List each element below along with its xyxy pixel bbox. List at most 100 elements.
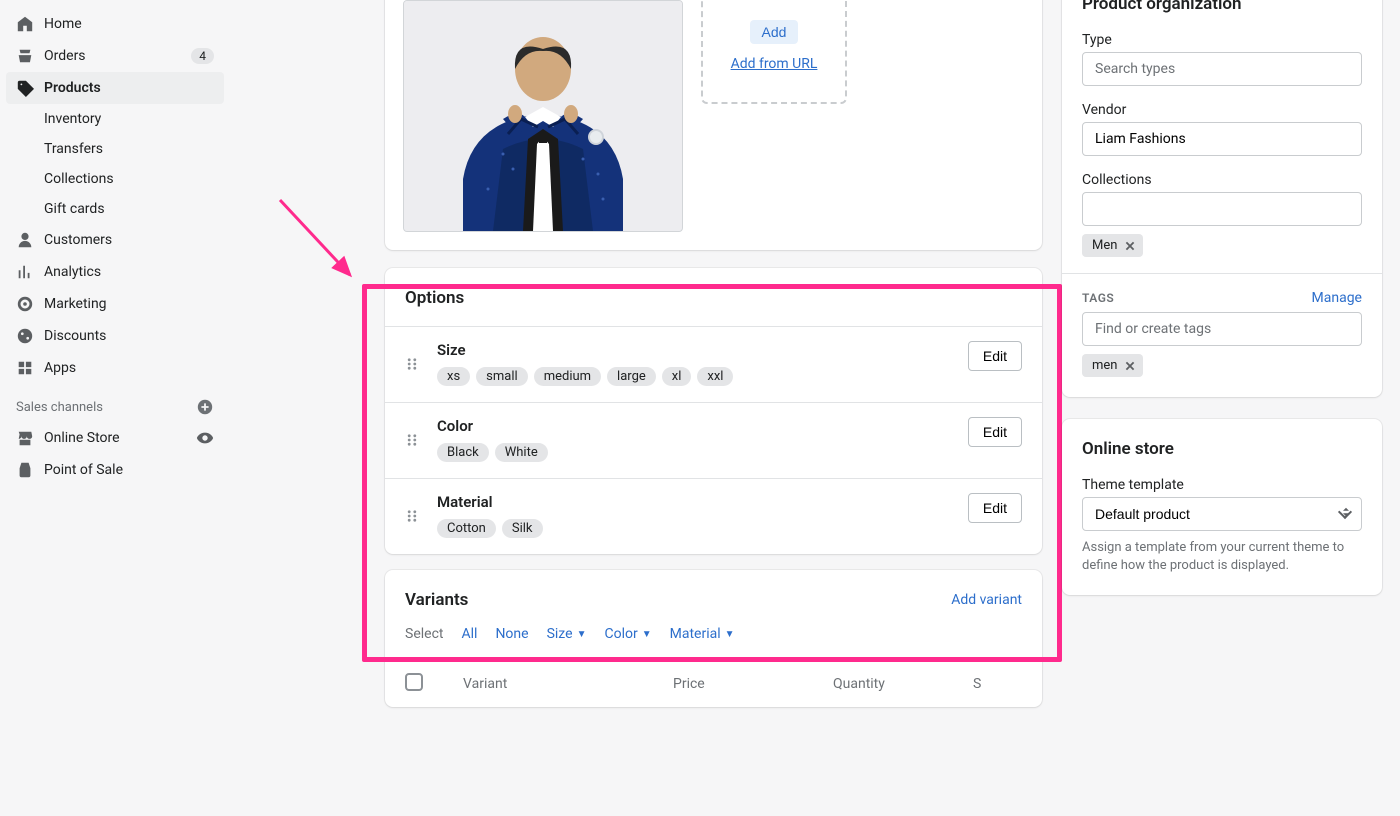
option-name: Size	[437, 341, 952, 359]
manage-tags-link[interactable]: Manage	[1312, 290, 1362, 306]
option-row-color: Color Black White Edit	[385, 402, 1042, 478]
edit-option-button[interactable]: Edit	[968, 417, 1022, 447]
filter-all[interactable]: All	[461, 626, 477, 642]
chip: Black	[437, 443, 489, 462]
chip: large	[607, 367, 656, 386]
variants-title: Variants	[405, 590, 468, 610]
upload-box[interactable]: Add Add from URL	[701, 0, 847, 104]
nav-customers[interactable]: Customers	[6, 224, 224, 256]
chip: xs	[437, 367, 470, 386]
nav-label: Transfers	[44, 141, 103, 157]
variants-filter-row: Select All None Size▼ Color▼ Material▼	[385, 626, 1042, 660]
nav-marketing[interactable]: Marketing	[6, 288, 224, 320]
card-title: Online store	[1082, 439, 1362, 459]
vendor-input[interactable]	[1082, 122, 1362, 156]
nav-label: Marketing	[44, 296, 107, 312]
edit-option-button[interactable]: Edit	[968, 341, 1022, 371]
tags-title: TAGS	[1082, 291, 1114, 305]
nav-gift-cards[interactable]: Gift cards	[6, 194, 224, 224]
collections-input[interactable]	[1082, 192, 1362, 226]
eye-icon[interactable]	[196, 429, 214, 447]
product-organization-card: Product organization Type Vendor Collect…	[1062, 0, 1382, 397]
option-row-material: Material Cotton Silk Edit	[385, 478, 1042, 554]
drag-handle-icon[interactable]	[405, 417, 421, 451]
filter-color[interactable]: Color▼	[604, 626, 651, 642]
nav-label: Products	[44, 80, 101, 96]
variants-table: Variant Price Quantity S	[385, 660, 1042, 707]
chip: Cotton	[437, 519, 496, 538]
col-quantity: Quantity	[813, 661, 953, 708]
nav-transfers[interactable]: Transfers	[6, 134, 224, 164]
option-name: Material	[437, 493, 952, 511]
remove-tag-icon[interactable]	[1123, 239, 1137, 253]
filter-material[interactable]: Material▼	[670, 626, 735, 642]
template-select[interactable]: Default product	[1082, 497, 1362, 531]
caret-down-icon: ▼	[577, 629, 587, 640]
person-icon	[16, 231, 34, 249]
remove-tag-icon[interactable]	[1123, 359, 1137, 373]
filter-size[interactable]: Size▼	[547, 626, 587, 642]
nav-pos[interactable]: Point of Sale	[6, 454, 224, 486]
option-values: Black White	[437, 443, 952, 462]
edit-option-button[interactable]: Edit	[968, 493, 1022, 523]
nav-collections[interactable]: Collections	[6, 164, 224, 194]
annotation-arrow-icon	[275, 195, 365, 290]
select-label: Select	[405, 626, 443, 642]
nav-orders[interactable]: Orders 4	[6, 40, 224, 72]
nav-label: Discounts	[44, 328, 106, 344]
col-variant: Variant	[443, 661, 653, 708]
option-row-size: Size xs small medium large xl xxl Edit	[385, 326, 1042, 402]
nav-inventory[interactable]: Inventory	[6, 104, 224, 134]
product-image-content	[403, 0, 683, 231]
nav-apps[interactable]: Apps	[6, 352, 224, 384]
template-label: Theme template	[1082, 477, 1362, 493]
drag-handle-icon[interactable]	[405, 341, 421, 375]
product-image[interactable]	[403, 0, 683, 232]
filter-none[interactable]: None	[495, 626, 528, 642]
nav-label: Apps	[44, 360, 76, 376]
add-variant-link[interactable]: Add variant	[951, 592, 1022, 608]
nav-label: Orders	[44, 48, 86, 64]
option-values: xs small medium large xl xxl	[437, 367, 952, 386]
tag-label: men	[1092, 358, 1117, 373]
chip: xxl	[697, 367, 733, 386]
card-title: Product organization	[1082, 0, 1362, 14]
add-from-url-link[interactable]: Add from URL	[731, 56, 818, 72]
nav-discounts[interactable]: Discounts	[6, 320, 224, 352]
nav-home[interactable]: Home	[6, 8, 224, 40]
chip: xl	[662, 367, 692, 386]
template-helper: Assign a template from your current them…	[1082, 539, 1362, 575]
col-price: Price	[653, 661, 813, 708]
add-media-button[interactable]: Add	[750, 20, 799, 44]
main-column: Add Add from URL Options Size xs small m…	[385, 0, 1042, 723]
tag-icon	[16, 79, 34, 97]
sidebar: Home Orders 4 Products Inventory Transfe…	[0, 0, 230, 816]
options-title: Options	[385, 268, 1042, 326]
chip: White	[495, 443, 548, 462]
nav-products[interactable]: Products	[6, 72, 224, 104]
nav-online-store[interactable]: Online Store	[6, 422, 224, 454]
drag-handle-icon[interactable]	[405, 493, 421, 527]
add-channel-icon[interactable]	[196, 398, 214, 416]
orders-icon	[16, 47, 34, 65]
nav-label: Analytics	[44, 264, 101, 280]
type-input[interactable]	[1082, 52, 1362, 86]
right-column: Product organization Type Vendor Collect…	[1062, 0, 1382, 611]
tag-label: Men	[1092, 238, 1117, 253]
nav-analytics[interactable]: Analytics	[6, 256, 224, 288]
analytics-icon	[16, 263, 34, 281]
marketing-icon	[16, 295, 34, 313]
tags-input[interactable]	[1082, 312, 1362, 346]
discounts-icon	[16, 327, 34, 345]
select-all-checkbox[interactable]	[405, 673, 423, 691]
nav-label: Point of Sale	[44, 462, 123, 478]
chip: small	[476, 367, 528, 386]
options-card: Options Size xs small medium large xl xx…	[385, 268, 1042, 554]
caret-down-icon: ▼	[642, 629, 652, 640]
section-label: Sales channels	[16, 400, 103, 415]
collection-tag: Men	[1082, 234, 1143, 257]
pos-icon	[16, 461, 34, 479]
nav-label: Home	[44, 16, 82, 32]
home-icon	[16, 15, 34, 33]
chip: Silk	[502, 519, 543, 538]
